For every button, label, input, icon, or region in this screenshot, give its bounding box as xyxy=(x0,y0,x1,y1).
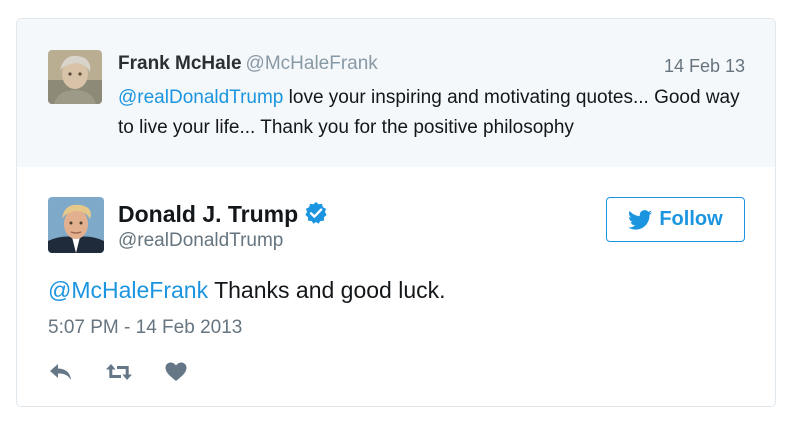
quoted-mention-link[interactable]: @realDonaldTrump xyxy=(118,87,283,108)
twitter-bird-icon xyxy=(628,209,653,230)
quoted-author-avatar[interactable] xyxy=(48,50,102,104)
quoted-tweet[interactable]: Frank McHale @McHaleFrank 14 Feb 13 @real… xyxy=(17,19,775,167)
main-author-avatar[interactable] xyxy=(48,197,104,253)
follow-button[interactable]: Follow xyxy=(606,197,745,242)
quoted-tweet-date[interactable]: 14 Feb 13 xyxy=(664,56,745,77)
main-tweet-timestamp[interactable]: 5:07 PM - 14 Feb 2013 xyxy=(48,317,242,339)
tweet-actions xyxy=(48,359,218,385)
main-tweet-text: @McHaleFrank Thanks and good luck. xyxy=(48,277,446,304)
quoted-author-name[interactable]: Frank McHale xyxy=(118,53,242,74)
main-author-name[interactable]: Donald J. Trump xyxy=(118,201,298,227)
retweet-button[interactable] xyxy=(104,361,134,383)
quoted-author-handle[interactable]: @McHaleFrank xyxy=(246,53,378,74)
main-author-name-line: Donald J. Trump xyxy=(118,201,328,228)
main-tweet-body: Thanks and good luck. xyxy=(208,277,446,303)
verified-badge-icon xyxy=(305,202,327,224)
main-mention-link[interactable]: @McHaleFrank xyxy=(48,277,208,303)
embedded-tweet-card: Frank McHale @McHaleFrank 14 Feb 13 @real… xyxy=(16,18,776,407)
reply-button[interactable] xyxy=(48,361,74,383)
quoted-tweet-text: @realDonaldTrump love your inspiring and… xyxy=(118,83,758,143)
follow-button-label: Follow xyxy=(659,208,723,230)
reply-icon xyxy=(50,364,71,380)
heart-icon xyxy=(165,362,187,381)
retweet-icon xyxy=(106,364,132,380)
quoted-author-line: Frank McHale @McHaleFrank xyxy=(118,53,378,75)
main-author-handle[interactable]: @realDonaldTrump xyxy=(118,230,283,252)
like-button[interactable] xyxy=(164,361,188,383)
